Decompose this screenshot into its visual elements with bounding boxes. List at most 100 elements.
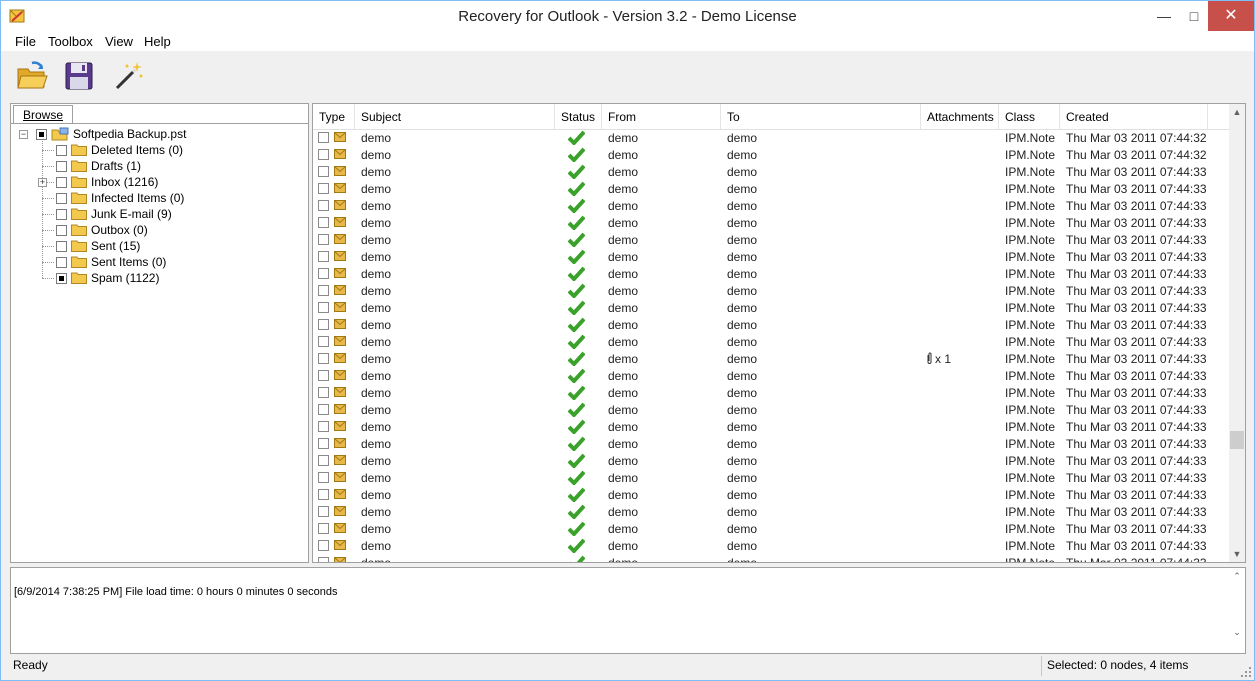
row-checkbox[interactable] bbox=[318, 166, 329, 177]
grid-vertical-scrollbar[interactable]: ▲ ▼ bbox=[1229, 104, 1245, 562]
table-row[interactable]: demodemodemoIPM.NoteThu Mar 03 2011 07:4… bbox=[313, 146, 1229, 163]
table-row[interactable]: demodemodemoIPM.NoteThu Mar 03 2011 07:4… bbox=[313, 316, 1229, 333]
row-checkbox[interactable] bbox=[318, 319, 329, 330]
folder-checkbox[interactable] bbox=[56, 161, 67, 172]
table-row[interactable]: demodemodemoIPM.NoteThu Mar 03 2011 07:4… bbox=[313, 486, 1229, 503]
row-checkbox[interactable] bbox=[318, 404, 329, 415]
row-checkbox[interactable] bbox=[318, 557, 329, 562]
row-checkbox[interactable] bbox=[318, 489, 329, 500]
row-checkbox[interactable] bbox=[318, 472, 329, 483]
table-row[interactable]: demodemodemoIPM.NoteThu Mar 03 2011 07:4… bbox=[313, 282, 1229, 299]
row-checkbox[interactable] bbox=[318, 200, 329, 211]
row-checkbox[interactable] bbox=[318, 285, 329, 296]
save-disk-icon[interactable] bbox=[63, 60, 95, 92]
table-row[interactable]: demodemodemoIPM.NoteThu Mar 03 2011 07:4… bbox=[313, 452, 1229, 469]
menu-help[interactable]: Help bbox=[144, 34, 171, 49]
row-checkbox[interactable] bbox=[318, 523, 329, 534]
resize-grip-icon[interactable] bbox=[1241, 667, 1251, 677]
tree-folder-item[interactable]: Drafts (1) bbox=[11, 158, 301, 174]
tree-folder-item[interactable]: Infected Items (0) bbox=[11, 190, 301, 206]
scroll-up-arrow-icon[interactable]: ▲ bbox=[1229, 104, 1245, 120]
scroll-thumb[interactable] bbox=[1230, 431, 1244, 449]
table-row[interactable]: demodemodemoIPM.NoteThu Mar 03 2011 07:4… bbox=[313, 503, 1229, 520]
row-checkbox[interactable] bbox=[318, 268, 329, 279]
column-header-attachments[interactable]: Attachments bbox=[921, 104, 999, 129]
tree-folder-item[interactable]: Deleted Items (0) bbox=[11, 142, 301, 158]
minimize-button[interactable]: — bbox=[1151, 1, 1177, 31]
table-row[interactable]: demodemodemoIPM.NoteThu Mar 03 2011 07:4… bbox=[313, 214, 1229, 231]
row-checkbox[interactable] bbox=[318, 132, 329, 143]
table-row[interactable]: demodemodemoIPM.NoteThu Mar 03 2011 07:4… bbox=[313, 299, 1229, 316]
column-header-class[interactable]: Class bbox=[999, 104, 1060, 129]
column-header-to[interactable]: To bbox=[721, 104, 921, 129]
row-checkbox[interactable] bbox=[318, 336, 329, 347]
row-checkbox[interactable] bbox=[318, 217, 329, 228]
tree-root[interactable]: − Softpedia Backup.pst bbox=[17, 126, 297, 142]
row-checkbox[interactable] bbox=[318, 183, 329, 194]
row-checkbox[interactable] bbox=[318, 353, 329, 364]
title-bar[interactable]: Recovery for Outlook - Version 3.2 - Dem… bbox=[1, 1, 1254, 31]
tree-folder-item[interactable]: Outbox (0) bbox=[11, 222, 301, 238]
tree-folder-item[interactable]: Sent (15) bbox=[11, 238, 301, 254]
row-checkbox[interactable] bbox=[318, 421, 329, 432]
row-checkbox[interactable] bbox=[318, 438, 329, 449]
log-scrollbar[interactable]: ⌃ ⌄ bbox=[1229, 568, 1245, 653]
table-row[interactable]: demodemodemoIPM.NoteThu Mar 03 2011 07:4… bbox=[313, 554, 1229, 562]
table-row[interactable]: demodemodemoIPM.NoteThu Mar 03 2011 07:4… bbox=[313, 180, 1229, 197]
column-header-from[interactable]: From bbox=[602, 104, 721, 129]
folder-checkbox[interactable] bbox=[56, 145, 67, 156]
folder-checkbox[interactable] bbox=[56, 257, 67, 268]
table-row[interactable]: demodemodemoIPM.NoteThu Mar 03 2011 07:4… bbox=[313, 418, 1229, 435]
tree-folder-item[interactable]: + Inbox (1216) bbox=[11, 174, 301, 190]
log-scroll-up-icon[interactable]: ⌃ bbox=[1229, 568, 1245, 584]
log-scroll-down-icon[interactable]: ⌄ bbox=[1229, 624, 1245, 640]
folder-checkbox[interactable] bbox=[56, 225, 67, 236]
column-header-created[interactable]: Created bbox=[1060, 104, 1208, 129]
folder-checkbox[interactable] bbox=[56, 241, 67, 252]
tree-folder-item[interactable]: Sent Items (0) bbox=[11, 254, 301, 270]
magic-wand-icon[interactable] bbox=[113, 60, 145, 92]
table-row[interactable]: demodemodemoIPM.NoteThu Mar 03 2011 07:4… bbox=[313, 401, 1229, 418]
table-row[interactable]: demodemodemoIPM.NoteThu Mar 03 2011 07:4… bbox=[313, 265, 1229, 282]
row-checkbox[interactable] bbox=[318, 302, 329, 313]
table-row[interactable]: demodemodemoIPM.NoteThu Mar 03 2011 07:4… bbox=[313, 520, 1229, 537]
menu-view[interactable]: View bbox=[105, 34, 133, 49]
menu-toolbox[interactable]: Toolbox bbox=[48, 34, 93, 49]
table-row[interactable]: demo demo demo x 1 IPM.Note Thu Mar 03 2011 0… bbox=[313, 350, 1229, 367]
collapse-toggle[interactable]: − bbox=[19, 130, 28, 139]
table-row[interactable]: demodemodemoIPM.NoteThu Mar 03 2011 07:4… bbox=[313, 197, 1229, 214]
table-row[interactable]: demodemodemoIPM.NoteThu Mar 03 2011 07:4… bbox=[313, 248, 1229, 265]
table-row[interactable]: demodemodemoIPM.NoteThu Mar 03 2011 07:4… bbox=[313, 435, 1229, 452]
column-header-status[interactable]: Status bbox=[555, 104, 602, 129]
close-button[interactable]: ✕ bbox=[1208, 1, 1254, 31]
table-row[interactable]: demodemodemoIPM.NoteThu Mar 03 2011 07:4… bbox=[313, 537, 1229, 554]
folder-checkbox[interactable] bbox=[56, 209, 67, 220]
folder-checkbox[interactable] bbox=[56, 273, 67, 284]
folder-checkbox[interactable] bbox=[56, 177, 67, 188]
table-row[interactable]: demodemodemoIPM.NoteThu Mar 03 2011 07:4… bbox=[313, 367, 1229, 384]
open-folder-icon[interactable] bbox=[16, 60, 48, 92]
tree-root-checkbox[interactable] bbox=[36, 129, 47, 140]
column-header-type[interactable]: Type bbox=[313, 104, 355, 129]
row-checkbox[interactable] bbox=[318, 234, 329, 245]
scroll-down-arrow-icon[interactable]: ▼ bbox=[1229, 546, 1245, 562]
expand-toggle[interactable]: + bbox=[38, 178, 47, 187]
table-row[interactable]: demodemodemoIPM.NoteThu Mar 03 2011 07:4… bbox=[313, 163, 1229, 180]
table-row[interactable]: demodemodemoIPM.NoteThu Mar 03 2011 07:4… bbox=[313, 231, 1229, 248]
menu-file[interactable]: File bbox=[15, 34, 36, 49]
table-row[interactable]: demodemodemoIPM.NoteThu Mar 03 2011 07:4… bbox=[313, 384, 1229, 401]
maximize-button[interactable]: □ bbox=[1181, 1, 1207, 31]
tab-browse[interactable]: Browse bbox=[13, 105, 73, 124]
tree-folder-item[interactable]: Junk E-mail (9) bbox=[11, 206, 301, 222]
row-checkbox[interactable] bbox=[318, 455, 329, 466]
row-checkbox[interactable] bbox=[318, 149, 329, 160]
table-row[interactable]: demodemodemoIPM.NoteThu Mar 03 2011 07:4… bbox=[313, 333, 1229, 350]
row-checkbox[interactable] bbox=[318, 506, 329, 517]
row-checkbox[interactable] bbox=[318, 370, 329, 381]
folder-checkbox[interactable] bbox=[56, 193, 67, 204]
table-row[interactable]: demodemodemoIPM.NoteThu Mar 03 2011 07:4… bbox=[313, 129, 1229, 146]
table-row[interactable]: demodemodemoIPM.NoteThu Mar 03 2011 07:4… bbox=[313, 469, 1229, 486]
tree-folder-item[interactable]: Spam (1122) bbox=[11, 270, 301, 286]
column-header-subject[interactable]: Subject bbox=[355, 104, 555, 129]
row-checkbox[interactable] bbox=[318, 387, 329, 398]
